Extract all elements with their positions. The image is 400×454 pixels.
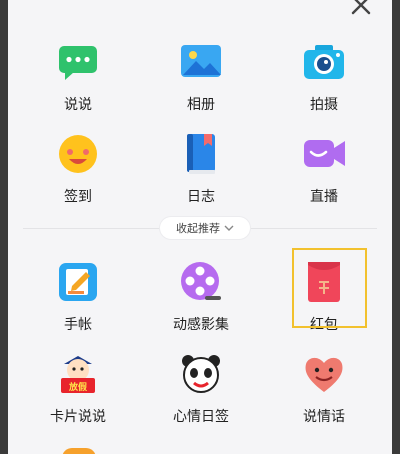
cartoon-badge-icon: 放假 bbox=[56, 352, 100, 396]
item-label: 心情日签 bbox=[173, 409, 229, 425]
item-card-post[interactable]: 放假 卡片说说 bbox=[18, 352, 138, 426]
item-live[interactable]: 直播 bbox=[264, 132, 384, 206]
chevron-down-icon bbox=[224, 225, 234, 231]
item-checkin[interactable]: 签到 bbox=[18, 132, 138, 206]
item-shuoshuo[interactable]: 说说 bbox=[18, 40, 138, 114]
photo-icon bbox=[179, 40, 223, 84]
item-motion-album[interactable]: 动感影集 bbox=[141, 260, 261, 334]
smiley-face-icon bbox=[56, 132, 100, 176]
item-label: 卡片说说 bbox=[50, 409, 106, 425]
item-label: 签到 bbox=[64, 189, 92, 205]
close-icon bbox=[351, 0, 371, 15]
card-badge-text: 放假 bbox=[68, 383, 87, 393]
close-button[interactable] bbox=[348, 0, 374, 18]
panda-face-icon bbox=[179, 352, 223, 396]
notebook-pencil-icon bbox=[56, 260, 100, 304]
item-label: 说情话 bbox=[303, 409, 345, 425]
item-love-words[interactable]: 说情话 bbox=[264, 352, 384, 426]
heart-face-icon bbox=[302, 352, 346, 396]
item-label: 拍摄 bbox=[310, 97, 338, 113]
item-diary[interactable]: 日志 bbox=[141, 132, 261, 206]
collapse-label: 收起推荐 bbox=[176, 222, 220, 235]
item-label: 动感影集 bbox=[173, 317, 229, 333]
item-camera[interactable]: 拍摄 bbox=[264, 40, 384, 114]
film-reel-icon bbox=[179, 260, 223, 304]
camera-icon bbox=[302, 40, 346, 84]
video-camera-icon bbox=[302, 132, 346, 176]
item-mood-sign[interactable]: 心情日签 bbox=[141, 352, 261, 426]
chat-bubble-icon bbox=[56, 40, 100, 84]
publish-panel: 说说 相册 拍摄 签到 日志 直播 收起推荐 手帐 动感影集 红包 放假 卡片说… bbox=[8, 0, 392, 454]
item-label: 说说 bbox=[64, 97, 92, 113]
item-label: 直播 bbox=[310, 189, 338, 205]
collapse-recommend-button[interactable]: 收起推荐 bbox=[160, 217, 250, 239]
partial-item-icon bbox=[62, 448, 96, 454]
book-icon bbox=[179, 132, 223, 176]
item-journal[interactable]: 手帐 bbox=[18, 260, 138, 334]
item-label: 相册 bbox=[187, 97, 215, 113]
item-label: 手帐 bbox=[64, 317, 92, 333]
highlight-frame bbox=[292, 248, 367, 328]
item-label: 日志 bbox=[187, 189, 215, 205]
item-album[interactable]: 相册 bbox=[141, 40, 261, 114]
